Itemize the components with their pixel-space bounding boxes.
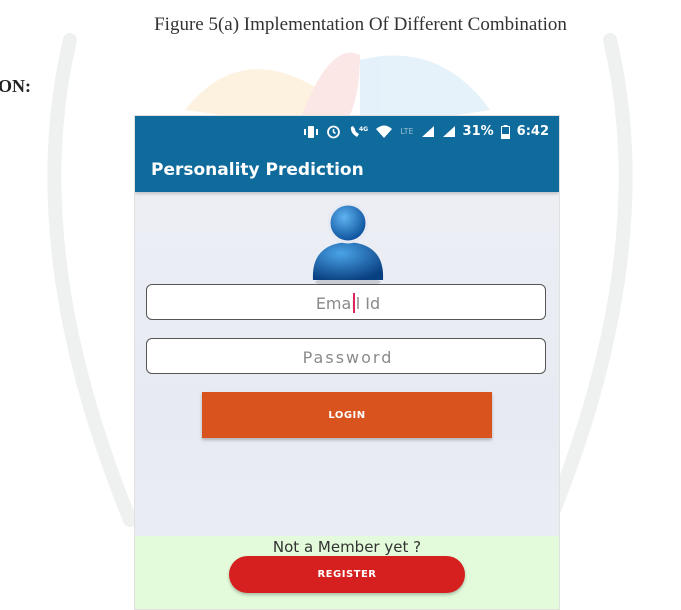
password-field[interactable]: [146, 338, 549, 375]
app-title: Personality Prediction: [151, 159, 364, 180]
register-footer: Not a Member yet ? REGISTER: [135, 536, 559, 609]
register-button[interactable]: REGISTER: [229, 556, 465, 593]
text-cursor: [353, 293, 355, 313]
user-avatar-icon: [312, 202, 384, 286]
email-field[interactable]: [146, 284, 549, 321]
alarm-icon: [326, 124, 341, 139]
battery-percent: 31%: [462, 124, 494, 139]
battery-icon: [500, 124, 510, 139]
login-button[interactable]: LOGIN: [202, 392, 492, 438]
section-heading-fragment: ON:: [0, 76, 31, 96]
network-label: 4G: [359, 126, 368, 133]
wifi-calling-icon: 4G: [348, 124, 368, 139]
lte-label: LTE: [400, 127, 414, 136]
signal-icon-secondary: [442, 125, 456, 138]
wifi-icon: [375, 125, 393, 139]
not-member-text: Not a Member yet ?: [272, 538, 422, 556]
vibrate-icon: [303, 125, 319, 139]
password-input[interactable]: [147, 339, 549, 375]
clock: 6:42: [516, 124, 549, 139]
email-input[interactable]: [147, 285, 549, 321]
figure-caption: Figure 5(a) Implementation Of Different …: [154, 14, 567, 35]
status-bar: 4G LTE 31% 6:42: [135, 116, 559, 147]
app-bar: Personality Prediction: [135, 147, 559, 192]
signal-icon: [421, 125, 435, 138]
phone-screen: 4G LTE 31% 6:42 Personality Prediction E…: [135, 116, 559, 609]
